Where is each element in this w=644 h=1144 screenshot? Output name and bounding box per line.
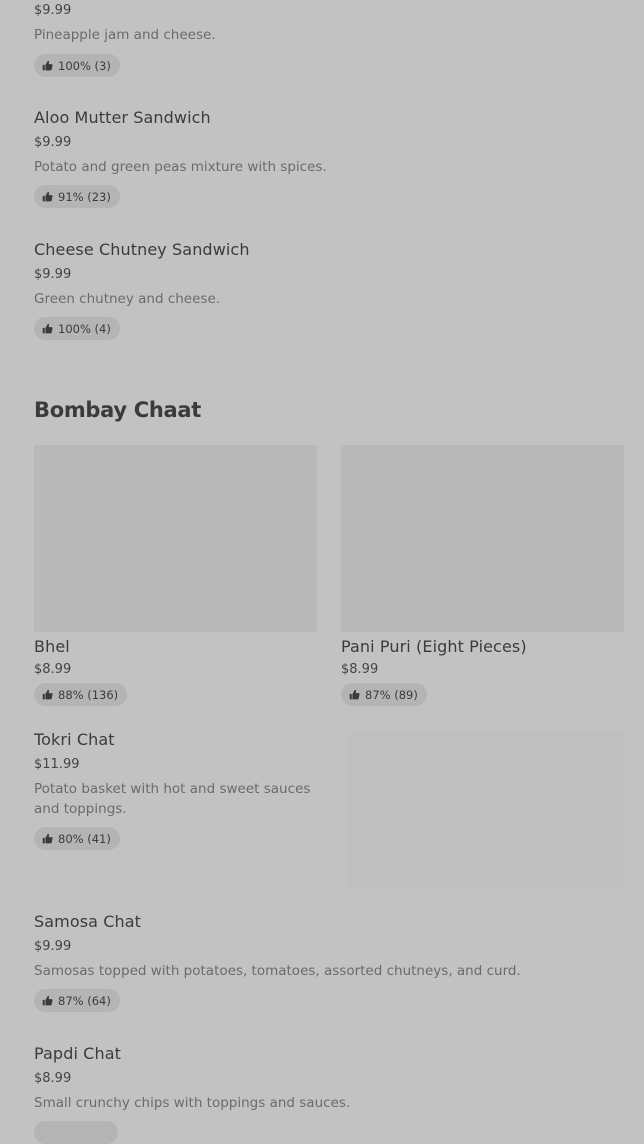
item-image — [348, 732, 624, 888]
item-price: $9.99 — [34, 939, 72, 954]
rating-badge — [34, 1121, 118, 1144]
rating-badge: 87% (89) — [341, 683, 427, 706]
rating-badge: 88% (136) — [34, 683, 128, 706]
thumbs-up-icon — [42, 191, 53, 202]
section-title: Bombay Chaat — [34, 398, 202, 422]
item-image — [341, 445, 624, 632]
item-name: Tokri Chat — [34, 730, 115, 749]
item-name: Pani Puri (Eight Pieces) — [341, 637, 527, 656]
item-name: Aloo Mutter Sandwich — [34, 108, 211, 127]
item-price: $11.99 — [34, 757, 80, 772]
rating-text: 100% (3) — [58, 58, 111, 73]
item-name: Papdi Chat — [34, 1044, 121, 1063]
item-price: $8.99 — [34, 662, 72, 677]
rating-text: 100% (4) — [58, 321, 111, 336]
thumbs-up-icon — [42, 689, 53, 700]
thumbs-up-icon — [42, 833, 53, 844]
menu-card[interactable]: Pani Puri (Eight Pieces) $8.99 87% (89) — [341, 445, 624, 710]
item-price: $8.99 — [341, 662, 379, 677]
menu-card[interactable]: Bhel $8.99 88% (136) — [34, 445, 317, 710]
rating-badge: 100% (3) — [34, 54, 120, 77]
rating-badge: 80% (41) — [34, 827, 120, 850]
item-description: Potato basket with hot and sweet sauces … — [34, 781, 311, 817]
rating-badge: 91% (23) — [34, 185, 120, 208]
item-name: Bhel — [34, 637, 70, 656]
rating-text: 88% (136) — [58, 687, 119, 702]
rating-text: 91% (23) — [58, 189, 111, 204]
rating-text: 87% (64) — [58, 993, 111, 1008]
item-description: Green chutney and cheese. — [34, 291, 221, 307]
rating-text: 87% (89) — [365, 687, 418, 702]
thumbs-up-icon — [42, 995, 53, 1006]
menu-item[interactable]: Tokri Chat $11.99 Potato basket with hot… — [34, 728, 624, 888]
thumbs-up-icon — [42, 323, 53, 334]
thumbs-up-icon — [349, 689, 360, 700]
item-description: Potato and green peas mixture with spice… — [34, 159, 327, 175]
rating-text: 80% (41) — [58, 831, 111, 846]
menu-item[interactable]: Aloo Mutter Sandwich $9.99 Potato and gr… — [34, 106, 624, 212]
rating-badge: 87% (64) — [34, 989, 120, 1012]
item-name: Samosa Chat — [34, 912, 142, 931]
item-description: Samosas topped with potatoes, tomatoes, … — [34, 963, 521, 979]
item-price: $9.99 — [34, 135, 72, 150]
rating-badge: 100% (4) — [34, 317, 120, 340]
item-price: $9.99 — [34, 3, 72, 18]
menu-item[interactable]: Papdi Chat $8.99 Small crunchy chips wit… — [34, 1042, 624, 1144]
item-image — [34, 445, 317, 632]
menu-item[interactable]: $9.99 Pineapple jam and cheese. 100% (3) — [34, 0, 624, 80]
item-description: Pineapple jam and cheese. — [34, 27, 216, 43]
thumbs-up-icon — [42, 60, 53, 71]
item-price: $9.99 — [34, 267, 72, 282]
menu-item[interactable]: Cheese Chutney Sandwich $9.99 Green chut… — [34, 238, 624, 344]
item-price: $8.99 — [34, 1071, 72, 1086]
item-description: Small crunchy chips with toppings and sa… — [34, 1095, 351, 1111]
item-name: Cheese Chutney Sandwich — [34, 240, 250, 259]
menu-item[interactable]: Samosa Chat $9.99 Samosas topped with po… — [34, 910, 624, 1016]
